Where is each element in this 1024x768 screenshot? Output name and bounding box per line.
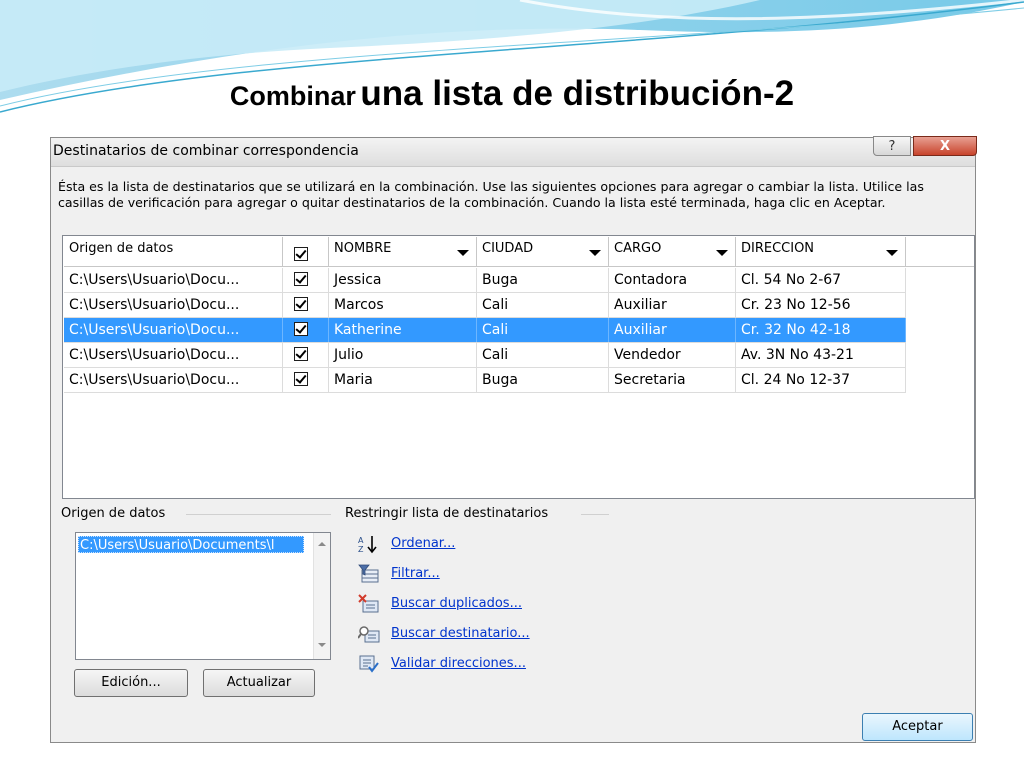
cell-nombre: Marcos <box>329 293 477 317</box>
refresh-button[interactable]: Actualizar <box>203 669 315 697</box>
table-row[interactable]: C:\Users\Usuario\Docu... Jessica Buga Co… <box>64 268 906 293</box>
data-source-scrollbar[interactable] <box>313 533 330 659</box>
dialog-instructions: Ésta es la lista de destinatarios que se… <box>58 179 924 210</box>
data-source-group-label: Origen de datos <box>61 506 166 521</box>
help-button[interactable]: ? <box>873 136 911 156</box>
group-divider <box>581 514 609 515</box>
table-row-selected[interactable]: C:\Users\Usuario\Docu... Katherine Cali … <box>64 318 906 343</box>
column-header-label: CARGO <box>614 241 662 256</box>
svg-text:A: A <box>358 536 364 545</box>
dropdown-arrow-icon[interactable] <box>716 250 728 256</box>
cell-nombre: Julio <box>329 343 477 367</box>
cell-nombre: Jessica <box>329 268 477 292</box>
scroll-down-icon[interactable] <box>318 643 326 647</box>
cell-origen: C:\Users\Usuario\Docu... <box>64 293 283 317</box>
cell-cargo: Auxiliar <box>609 318 736 342</box>
cell-nombre: Maria <box>329 368 477 392</box>
cell-origen: C:\Users\Usuario\Docu... <box>64 318 283 342</box>
svg-text:Z: Z <box>358 545 364 554</box>
recipients-table: Origen de datos NOMBRE CIUDAD CARGO DIRE… <box>62 235 975 499</box>
table-row[interactable]: C:\Users\Usuario\Docu... Maria Buga Secr… <box>64 368 906 393</box>
column-header-filler <box>906 237 974 267</box>
column-header-nombre[interactable]: NOMBRE <box>329 237 477 267</box>
column-header-origen[interactable]: Origen de datos <box>64 237 283 267</box>
dialog-titlebar: Destinatarios de combinar correspondenci… <box>51 136 977 167</box>
cell-checkbox <box>283 368 329 392</box>
sort-az-icon: A Z <box>358 536 377 554</box>
column-header-label: Origen de datos <box>69 241 174 256</box>
column-header-label: CIUDAD <box>482 241 534 256</box>
mail-merge-recipients-dialog: Destinatarios de combinar correspondenci… <box>50 136 977 743</box>
column-header-checkbox[interactable] <box>283 237 329 267</box>
column-header-label: NOMBRE <box>334 241 392 256</box>
cell-direccion: Cr. 32 No 42-18 <box>736 318 906 342</box>
cell-direccion: Cl. 54 No 2-67 <box>736 268 906 292</box>
cell-ciudad: Cali <box>477 293 609 317</box>
scroll-up-icon[interactable] <box>318 542 326 546</box>
cell-checkbox <box>283 318 329 342</box>
row-checkbox[interactable] <box>294 272 308 286</box>
find-recipient-link[interactable]: Buscar destinatario... <box>391 626 530 641</box>
close-button[interactable]: X <box>913 136 977 156</box>
cell-cargo: Contadora <box>609 268 736 292</box>
cell-direccion: Cr. 23 No 12-56 <box>736 293 906 317</box>
cell-ciudad: Buga <box>477 368 609 392</box>
dropdown-arrow-icon[interactable] <box>457 250 469 256</box>
row-checkbox[interactable] <box>294 347 308 361</box>
filter-icon <box>358 564 379 583</box>
cell-checkbox <box>283 293 329 317</box>
find-recipient-icon <box>358 626 380 643</box>
cell-cargo: Secretaria <box>609 368 736 392</box>
select-all-checkbox[interactable] <box>294 247 308 261</box>
cell-cargo: Auxiliar <box>609 293 736 317</box>
group-divider <box>186 514 331 515</box>
column-header-direccion[interactable]: DIRECCION <box>736 237 906 267</box>
filter-link[interactable]: Filtrar... <box>391 566 440 581</box>
slide-title-part1: Combinar <box>229 81 356 111</box>
column-header-ciudad[interactable]: CIUDAD <box>477 237 609 267</box>
data-source-item[interactable]: C:\Users\Usuario\Documents\l <box>78 536 304 553</box>
cell-ciudad: Cali <box>477 343 609 367</box>
row-checkbox[interactable] <box>294 297 308 311</box>
slide-title: Combinar una lista de distribución-2 <box>0 74 1024 114</box>
cell-ciudad: Buga <box>477 268 609 292</box>
cell-origen: C:\Users\Usuario\Docu... <box>64 268 283 292</box>
row-checkbox[interactable] <box>294 322 308 336</box>
data-source-list[interactable]: C:\Users\Usuario\Documents\l <box>75 532 331 660</box>
cell-origen: C:\Users\Usuario\Docu... <box>64 368 283 392</box>
cell-nombre: Katherine <box>329 318 477 342</box>
cell-direccion: Av. 3N No 43-21 <box>736 343 906 367</box>
dropdown-arrow-icon[interactable] <box>589 250 601 256</box>
cell-checkbox <box>283 343 329 367</box>
column-header-label: DIRECCION <box>741 241 815 256</box>
validate-addresses-icon <box>359 655 379 673</box>
edit-button[interactable]: Edición... <box>74 669 188 697</box>
cell-direccion: Cl. 24 No 12-37 <box>736 368 906 392</box>
cell-origen: C:\Users\Usuario\Docu... <box>64 343 283 367</box>
cell-cargo: Vendedor <box>609 343 736 367</box>
restrict-group-label: Restringir lista de destinatarios <box>345 506 549 521</box>
dropdown-arrow-icon[interactable] <box>886 250 898 256</box>
cell-ciudad: Cali <box>477 318 609 342</box>
table-row[interactable]: C:\Users\Usuario\Docu... Julio Cali Vend… <box>64 343 906 368</box>
table-row[interactable]: C:\Users\Usuario\Docu... Marcos Cali Aux… <box>64 293 906 318</box>
find-duplicates-icon <box>358 594 379 613</box>
dialog-title: Destinatarios de combinar correspondenci… <box>53 143 359 159</box>
find-duplicates-link[interactable]: Buscar duplicados... <box>391 596 522 611</box>
slide-title-part2: una lista de distribución-2 <box>360 74 795 113</box>
ok-button[interactable]: Aceptar <box>862 713 973 741</box>
cell-checkbox <box>283 268 329 292</box>
column-header-cargo[interactable]: CARGO <box>609 237 736 267</box>
sort-link[interactable]: Ordenar... <box>391 536 455 551</box>
row-checkbox[interactable] <box>294 372 308 386</box>
validate-addresses-link[interactable]: Validar direcciones... <box>391 656 526 671</box>
